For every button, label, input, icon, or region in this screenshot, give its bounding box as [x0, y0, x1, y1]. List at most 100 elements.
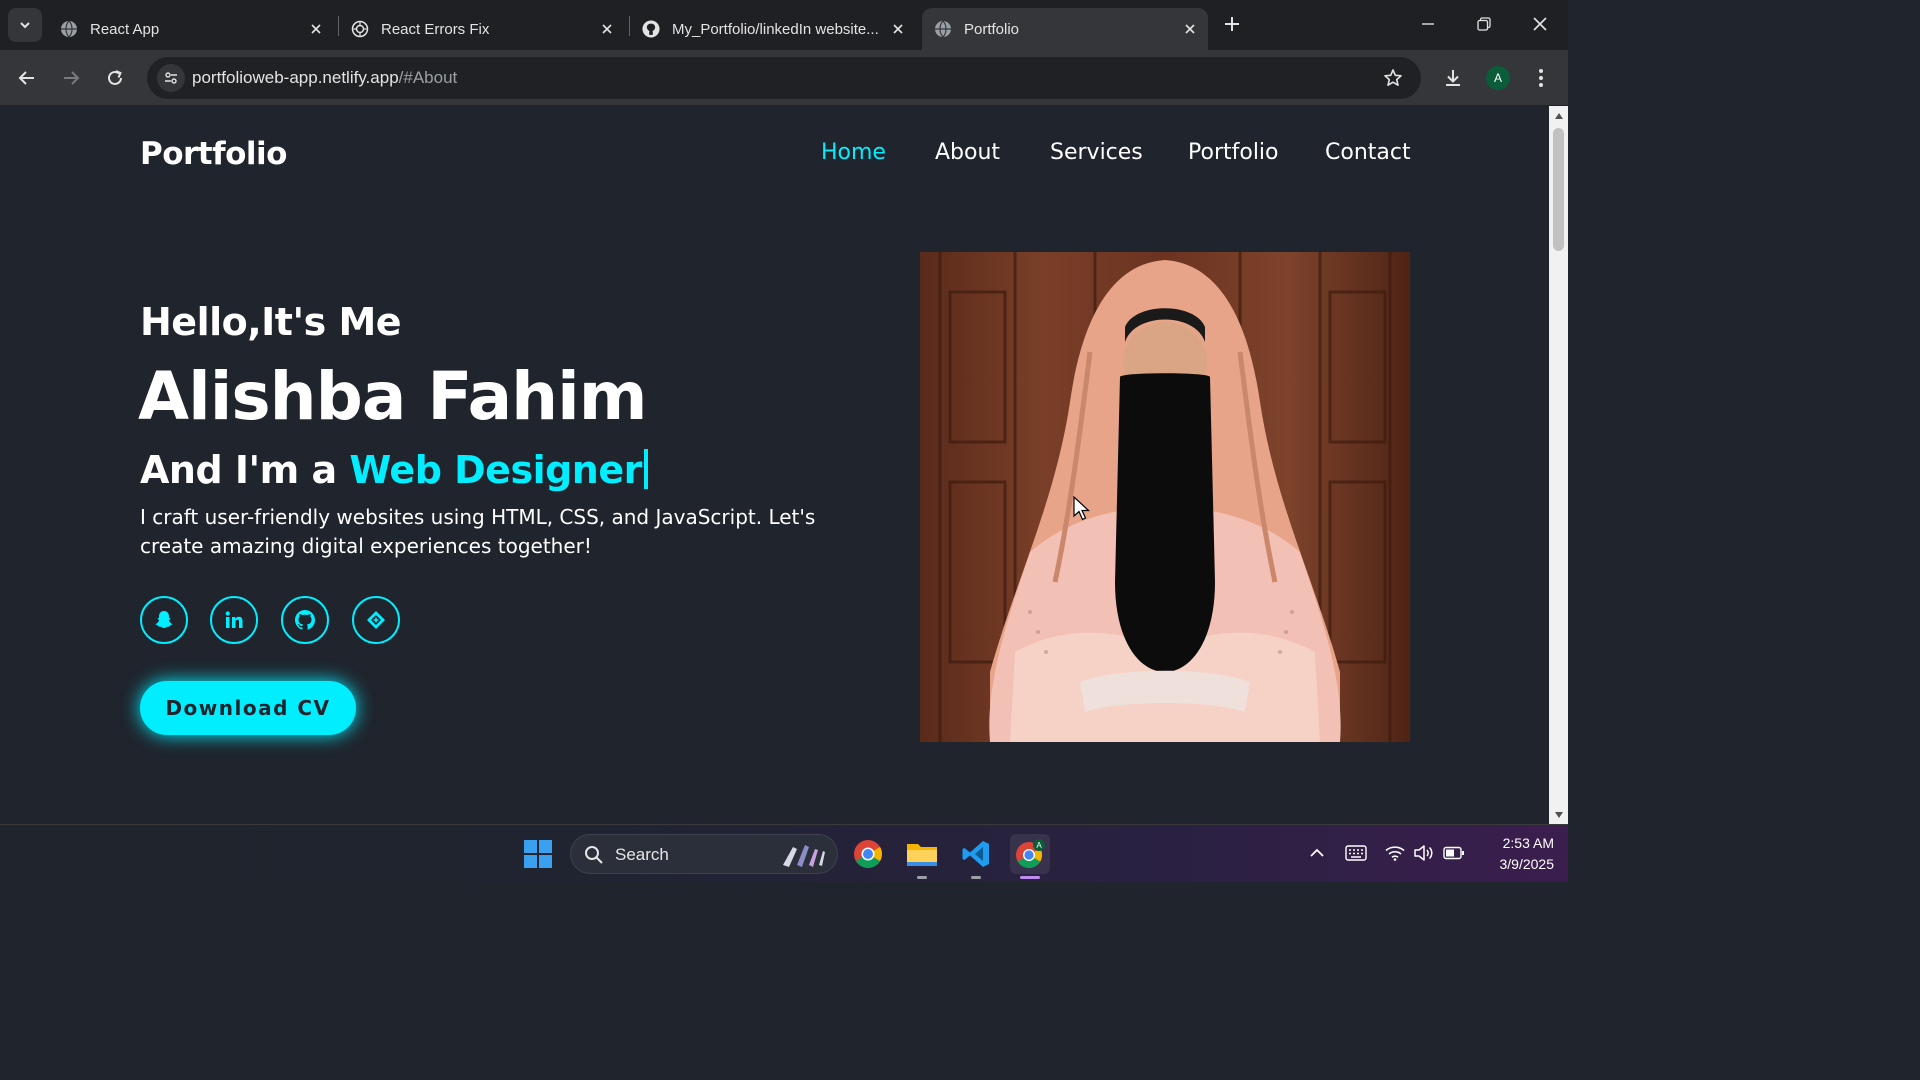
- download-cv-button[interactable]: Download CV: [140, 681, 356, 735]
- github-link[interactable]: [281, 596, 329, 644]
- running-indicator: [917, 876, 927, 879]
- close-tab-icon[interactable]: [888, 19, 908, 39]
- snapchat-icon: [155, 611, 173, 628]
- volume-icon: [1414, 845, 1433, 861]
- wifi-icon: [1385, 846, 1405, 861]
- browser-tab-github-portfolio[interactable]: My_Portfolio/linkedIn website...: [630, 8, 916, 50]
- back-button[interactable]: [11, 62, 43, 94]
- kebab-menu-icon: [1539, 69, 1543, 87]
- chrome-icon: [854, 840, 882, 868]
- restore-button[interactable]: [1456, 0, 1512, 48]
- nav-link-contact[interactable]: Contact: [1325, 140, 1411, 165]
- github-icon: [642, 20, 660, 38]
- close-tab-icon[interactable]: [597, 19, 617, 39]
- address-bar[interactable]: portfolioweb-app.netlify.app/#About: [147, 57, 1421, 99]
- portfolio-link[interactable]: [352, 596, 400, 644]
- minimize-icon: [1422, 23, 1434, 25]
- browser-tab-react-errors-fix[interactable]: React Errors Fix: [339, 8, 625, 50]
- tab-label: My_Portfolio/linkedIn website...: [672, 20, 879, 38]
- reload-icon: [108, 70, 122, 85]
- plus-icon: [1225, 17, 1239, 31]
- close-tab-icon[interactable]: [1180, 19, 1200, 39]
- show-hidden-icons[interactable]: [1305, 841, 1329, 865]
- nav-link-about[interactable]: About: [935, 140, 1000, 165]
- chevron-up-icon: [1310, 848, 1324, 857]
- reload-button[interactable]: [99, 62, 131, 94]
- close-icon: [1533, 17, 1547, 31]
- hero-role: And I'm a Web Designer: [140, 448, 648, 492]
- nav-link-services[interactable]: Services: [1050, 140, 1143, 165]
- search-icon: [585, 846, 603, 864]
- browser-toolbar: portfolioweb-app.netlify.app/#About: [0, 50, 1568, 106]
- volume-tray[interactable]: [1411, 841, 1435, 865]
- browser-tab-portfolio[interactable]: Portfolio: [922, 8, 1208, 50]
- search-highlight-icon: [783, 845, 825, 867]
- taskbar-clock[interactable]: 2:53 AM 3/9/2025: [1478, 833, 1555, 875]
- page-scrollbar[interactable]: [1549, 106, 1568, 824]
- vscode-icon: [962, 841, 989, 867]
- restore-icon: [1477, 17, 1491, 31]
- running-indicator: [971, 876, 981, 879]
- tab-label: React App: [90, 20, 160, 38]
- linkedin-icon: [225, 611, 243, 628]
- scrollbar-thumb[interactable]: [1553, 128, 1564, 251]
- folder-icon: [907, 844, 937, 866]
- battery-icon: [1443, 846, 1464, 860]
- clock-time: 2:53 AM: [1502, 835, 1554, 851]
- github-icon: [295, 610, 315, 630]
- page-viewport: Portfolio Home About Services Portfolio …: [0, 106, 1549, 824]
- browser-menu-button[interactable]: [1525, 62, 1557, 94]
- tab-label: React Errors Fix: [381, 20, 490, 38]
- close-tab-icon[interactable]: [306, 19, 326, 39]
- globe-icon: [934, 20, 952, 38]
- snapchat-link[interactable]: [140, 596, 188, 644]
- taskbar-file-explorer[interactable]: [902, 834, 942, 874]
- taskbar-chrome[interactable]: [848, 834, 888, 874]
- taskbar-vscode[interactable]: [956, 834, 996, 874]
- hero-description: I craft user-friendly websites using HTM…: [140, 505, 816, 558]
- close-window-button[interactable]: [1512, 0, 1568, 48]
- downloads-button[interactable]: [1437, 62, 1469, 94]
- mouse-pointer-icon: [1073, 496, 1091, 521]
- site-logo[interactable]: Portfolio: [140, 136, 287, 172]
- search-label: Search: [615, 845, 669, 864]
- openai-icon: [351, 20, 369, 38]
- wifi-tray[interactable]: [1383, 841, 1407, 865]
- windows-start-icon[interactable]: [523, 839, 553, 869]
- svg-text:A: A: [1036, 841, 1042, 850]
- windows-taskbar: Search A 2:53 AM 3/9/2025: [0, 824, 1568, 882]
- new-tab-button[interactable]: [1218, 10, 1246, 38]
- active-indicator: [1020, 876, 1040, 879]
- battery-tray[interactable]: [1442, 841, 1466, 865]
- nav-link-home[interactable]: Home: [821, 140, 886, 165]
- diamond-icon: [367, 611, 385, 629]
- typing-cursor: [643, 449, 648, 489]
- url-text: portfolioweb-app.netlify.app/#About: [192, 68, 457, 88]
- keyboard-tray[interactable]: [1344, 841, 1368, 865]
- site-info-icon[interactable]: [157, 64, 185, 92]
- hero-greeting: Hello,It's Me: [140, 300, 402, 344]
- arrow-right-icon: [64, 71, 80, 85]
- clock-date: 3/9/2025: [1499, 856, 1555, 872]
- url-path: /#About: [398, 68, 458, 87]
- globe-icon: [60, 20, 78, 38]
- profile-avatar[interactable]: A: [1486, 66, 1510, 90]
- chevron-down-icon: [20, 22, 30, 29]
- scroll-down-arrow-icon[interactable]: [1552, 808, 1565, 821]
- forward-button[interactable]: [55, 62, 87, 94]
- tab-label: Portfolio: [964, 20, 1020, 38]
- arrow-left-icon: [18, 71, 34, 85]
- tab-search-button[interactable]: [8, 8, 42, 42]
- taskbar-chrome-profile[interactable]: A: [1010, 834, 1050, 874]
- role-prefix: And I'm a: [140, 448, 350, 492]
- keyboard-icon: [1345, 845, 1367, 861]
- browser-tab-react-app[interactable]: React App: [48, 8, 334, 50]
- minimize-button[interactable]: [1400, 0, 1456, 48]
- nav-link-portfolio[interactable]: Portfolio: [1188, 140, 1279, 165]
- linkedin-link[interactable]: [210, 596, 258, 644]
- url-host: portfolioweb-app.netlify.app: [192, 68, 399, 87]
- chrome-profile-icon: A: [1016, 839, 1045, 869]
- bookmark-star-icon[interactable]: [1381, 66, 1405, 90]
- taskbar-search-box[interactable]: Search: [570, 834, 838, 874]
- scroll-up-arrow-icon[interactable]: [1552, 109, 1565, 122]
